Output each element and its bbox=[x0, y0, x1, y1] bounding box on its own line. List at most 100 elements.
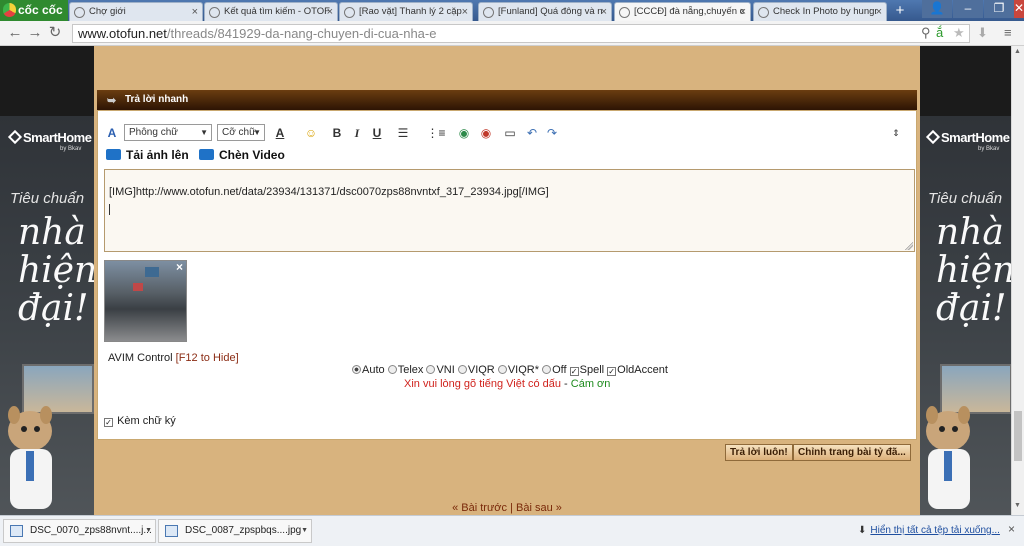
tab-6[interactable]: Check In Photo by hungr × bbox=[753, 2, 887, 21]
tab-5-active[interactable]: [CCCĐ] đà nẵng,chuyến c × bbox=[614, 2, 751, 21]
bold-icon[interactable]: B bbox=[330, 123, 344, 143]
signature-checkbox[interactable]: ✓ Kèm chữ ký bbox=[104, 415, 176, 427]
tab-1[interactable]: Chợ giới × bbox=[69, 2, 203, 21]
minimize-button[interactable]: – bbox=[953, 0, 983, 18]
url-field[interactable]: www.otofun.net/threads/841929-da-nang-ch… bbox=[72, 24, 970, 43]
forum-content: ➥ Trả lời nhanh A Phông chữ ▼ Cỡ chữ ▼ A… bbox=[94, 46, 920, 515]
upload-image-button[interactable]: Tải ảnh lên bbox=[106, 147, 189, 163]
scroll-up-icon[interactable]: ▲ bbox=[1014, 48, 1021, 55]
undo-icon[interactable]: ↶ bbox=[524, 123, 540, 143]
remove-image-icon[interactable]: × bbox=[176, 260, 183, 274]
tab-2[interactable]: Kết quả tìm kiếm - OTOF × bbox=[204, 2, 338, 21]
search-icon[interactable]: ⚲ bbox=[921, 25, 931, 41]
chevron-down-icon: ▼ bbox=[200, 128, 208, 137]
ad-mascot-image bbox=[926, 406, 970, 509]
font-size-select[interactable]: Cỡ chữ ▼ bbox=[217, 124, 265, 141]
close-tab-icon[interactable]: × bbox=[192, 3, 198, 21]
scroll-down-icon[interactable]: ▼ bbox=[1014, 502, 1021, 509]
advert-left[interactable]: SmartHome by Bkav Tiêu chuẩn nhà hiện đạ… bbox=[0, 116, 97, 516]
avim-hide-hint[interactable]: [F12 to Hide] bbox=[176, 352, 239, 364]
uploaded-image-thumbnail[interactable]: × bbox=[104, 260, 187, 342]
close-download-bar-icon[interactable]: × bbox=[1008, 522, 1015, 536]
tab-4[interactable]: [Funland] Quá đông và n × bbox=[478, 2, 612, 21]
avim-radio-telex[interactable]: Telex bbox=[387, 364, 423, 376]
avim-options: Auto Telex VNI VIQR VIQR* Off ✓ Spell ✓ Ol… bbox=[352, 364, 668, 376]
insert-link-icon[interactable]: ◉ bbox=[456, 123, 472, 143]
advanced-reply-button[interactable]: Chỉnh trang bài tỷ đã... bbox=[793, 444, 911, 461]
tab-3[interactable]: [Rao vặt] Thanh lý 2 cặp × bbox=[339, 2, 473, 21]
chevron-down-icon[interactable]: ▼ bbox=[145, 520, 152, 542]
new-tab-button[interactable]: + bbox=[889, 3, 911, 19]
checkmark-icon: ✓ bbox=[569, 367, 579, 376]
next-thread-link[interactable]: Bài sau » bbox=[516, 502, 562, 514]
text-color-icon[interactable]: A bbox=[269, 123, 291, 143]
tab-bar: cốc cốc Chợ giới × Kết quả tìm kiếm - OT… bbox=[0, 0, 1024, 21]
download-icon[interactable]: ⬇ bbox=[977, 25, 988, 41]
avim-spell-checkbox[interactable]: ✓ Spell bbox=[569, 364, 604, 376]
close-tab-icon[interactable]: × bbox=[876, 3, 882, 21]
avim-radio-off[interactable]: Off bbox=[542, 364, 567, 376]
font-family-select[interactable]: Phông chữ ▼ bbox=[124, 124, 212, 141]
chevron-down-icon[interactable]: ▼ bbox=[301, 520, 308, 542]
post-reply-button[interactable]: Trả lời luôn! bbox=[725, 444, 793, 461]
remove-format-icon[interactable]: A bbox=[104, 123, 120, 143]
user-icon[interactable]: 👤 bbox=[922, 0, 952, 18]
previous-thread-link[interactable]: « Bài trước bbox=[452, 502, 507, 514]
coccoc-menu-button[interactable]: cốc cốc bbox=[0, 0, 68, 21]
insert-video-label: Chèn Video bbox=[219, 148, 285, 162]
resize-grip-icon[interactable] bbox=[905, 242, 913, 250]
avim-radio-vni[interactable]: VNI bbox=[426, 364, 455, 376]
scrollbar-thumb[interactable] bbox=[1014, 411, 1022, 461]
close-window-button[interactable]: ✕ bbox=[1014, 0, 1024, 18]
smarthome-logo: SmartHome bbox=[925, 129, 1010, 145]
avim-radio-auto[interactable]: Auto bbox=[352, 364, 385, 376]
radio-icon bbox=[387, 365, 397, 374]
avim-radio-viqr-star[interactable]: VIQR* bbox=[497, 364, 539, 376]
underline-icon[interactable]: U bbox=[370, 123, 384, 143]
tab-title: Kết quả tìm kiếm - OTOF bbox=[224, 6, 330, 17]
reply-textarea[interactable]: [IMG]http://www.otofun.net/data/23934/13… bbox=[104, 169, 915, 252]
advert-right[interactable]: SmartHome by Bkav Tiêu chuẩn nhà hiện đạ… bbox=[918, 116, 1024, 516]
insert-video-button[interactable]: Chèn Video bbox=[199, 147, 285, 163]
avim-radio-viqr[interactable]: VIQR bbox=[457, 364, 495, 376]
collapse-arrow-icon[interactable]: ➥ bbox=[107, 91, 116, 111]
avim-oldaccent-checkbox[interactable]: ✓ OldAccent bbox=[607, 364, 668, 376]
download-item-1[interactable]: DSC_0070_zps88nvnt....j... ▼ bbox=[3, 519, 156, 543]
home-icon bbox=[925, 129, 941, 145]
quick-reply-header: ➥ Trả lời nhanh bbox=[97, 90, 917, 110]
avim-message-thanks: Cám ơn bbox=[570, 378, 611, 390]
reload-icon[interactable]: ↻ bbox=[46, 24, 64, 42]
toggle-editor-mode-icon[interactable]: ⇕ bbox=[890, 123, 902, 143]
page-scrollbar[interactable]: ▲ ▼ bbox=[1011, 46, 1024, 515]
align-icon[interactable]: ☰ bbox=[392, 123, 414, 143]
text-caret bbox=[109, 204, 110, 215]
ad-mascot-image bbox=[8, 406, 52, 509]
maximize-button[interactable]: ❐ bbox=[984, 0, 1014, 18]
download-item-2[interactable]: DSC_0087_zpspbqs....jpg ▼ bbox=[158, 519, 312, 543]
list-icon[interactable]: ⋮≡ bbox=[424, 123, 448, 143]
remove-link-icon[interactable]: ◉ bbox=[478, 123, 494, 143]
close-tab-icon[interactable]: × bbox=[601, 3, 607, 21]
redo-icon[interactable]: ↷ bbox=[544, 123, 560, 143]
vietnamese-input-icon[interactable]: ắ bbox=[936, 25, 943, 40]
show-all-label: Hiển thị tất cả tệp tải xuống... bbox=[870, 525, 1000, 536]
menu-icon[interactable]: ≡ bbox=[1004, 25, 1012, 40]
ad-by-text: by Bkav bbox=[978, 146, 1000, 152]
smiley-icon[interactable]: ☺ bbox=[300, 123, 322, 143]
radio-label: Auto bbox=[362, 364, 385, 376]
quick-reply-title: Trả lời nhanh bbox=[125, 94, 189, 105]
forward-arrow-icon[interactable]: → bbox=[26, 24, 44, 42]
show-all-downloads-link[interactable]: ⬇ Hiển thị tất cả tệp tải xuống... bbox=[858, 525, 1000, 536]
home-icon bbox=[7, 129, 23, 145]
avim-title: AVIM Control bbox=[108, 352, 173, 364]
italic-icon[interactable]: I bbox=[350, 123, 364, 143]
quote-icon[interactable]: ▭ bbox=[502, 123, 518, 143]
close-tab-icon[interactable]: × bbox=[327, 3, 333, 21]
coccoc-logo-icon bbox=[3, 3, 16, 17]
back-arrow-icon[interactable]: ← bbox=[6, 24, 24, 42]
url-host: www.otofun.net bbox=[78, 26, 167, 41]
close-tab-icon[interactable]: × bbox=[462, 3, 468, 21]
close-tab-icon[interactable]: × bbox=[740, 3, 746, 21]
bookmark-star-icon[interactable]: ★ bbox=[953, 25, 965, 41]
page-favicon-icon bbox=[619, 7, 630, 18]
